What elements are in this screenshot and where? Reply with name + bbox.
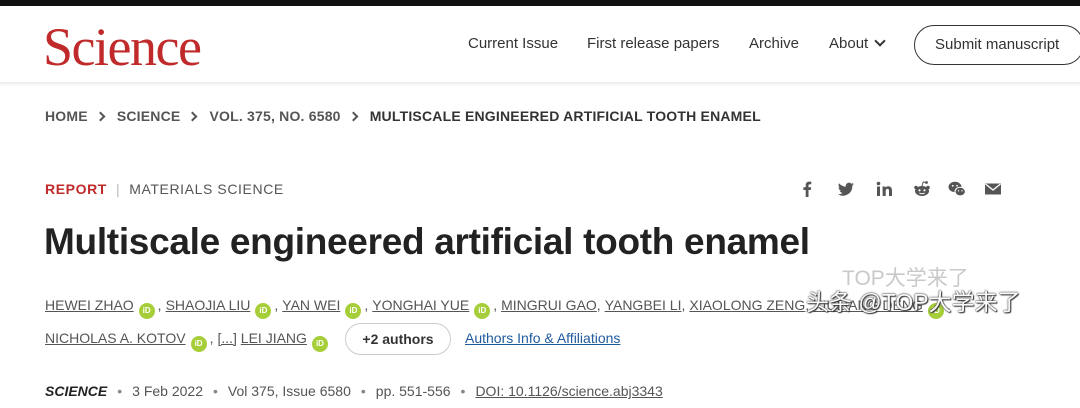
authors-info-affiliations-link[interactable]: Authors Info & Affiliations [465, 330, 620, 346]
author-link[interactable]: NICHOLAS A. KOTOV [45, 330, 186, 346]
nav-about[interactable]: About [829, 35, 886, 52]
more-authors-button[interactable]: +2 authors [345, 323, 451, 355]
orcid-icon[interactable]: iD [255, 303, 272, 319]
orcid-icon[interactable]: iD [345, 303, 362, 319]
nav-archive[interactable]: Archive [749, 35, 799, 52]
author-link[interactable]: SHAOJIA LIU [166, 297, 251, 313]
pages: pp. 551-556 [375, 383, 451, 399]
breadcrumb-science[interactable]: SCIENCE [117, 108, 181, 124]
chevron-right-icon [95, 111, 106, 122]
chevron-right-icon [188, 111, 198, 122]
chevron-down-icon [874, 35, 886, 47]
submit-manuscript-button[interactable]: Submit manuscript [914, 25, 1080, 65]
facebook-icon[interactable] [797, 179, 817, 199]
citation-meta: SCIENCE • 3 Feb 2022 • Vol 375, Issue 6580 • p… [45, 383, 663, 399]
article-subject[interactable]: MATERIALS SCIENCE [129, 181, 284, 197]
header-shadow [0, 82, 1080, 86]
divider: | [115, 181, 121, 197]
dot-separator: • [117, 383, 123, 399]
more-authors-ellipsis[interactable]: [...] [217, 330, 236, 346]
twitter-icon[interactable] [836, 179, 856, 199]
dot-separator: • [460, 383, 466, 399]
watermark-overlay: 头条 @TOP大学来了 [806, 289, 1021, 315]
nav-first-release-papers[interactable]: First release papers [587, 35, 720, 52]
breadcrumb: HOME SCIENCE VOL. 375, NO. 6580 MULTISCALE … [45, 108, 761, 124]
site-header: Science Current Issue First release pape… [0, 6, 1080, 82]
author-link[interactable]: YANGBEI LI [605, 297, 682, 313]
dot-separator: • [360, 383, 366, 399]
doi-link[interactable]: DOI: 10.1126/science.abj3343 [475, 383, 662, 399]
author-link[interactable]: XIAOLONG ZENG [689, 297, 805, 313]
breadcrumb-issue[interactable]: VOL. 375, NO. 6580 [209, 108, 340, 124]
author-link[interactable]: HEWEI ZHAO [45, 297, 134, 313]
journal-name[interactable]: SCIENCE [45, 383, 107, 399]
nav-about-label: About [829, 35, 869, 52]
breadcrumb-current: MULTISCALE ENGINEERED ARTIFICIAL TOOTH E… [369, 108, 761, 124]
chevron-right-icon [348, 111, 359, 122]
author-link[interactable]: LEI JIANG [241, 330, 307, 346]
orcid-icon[interactable]: iD [311, 336, 328, 352]
orcid-icon[interactable]: iD [138, 303, 155, 319]
author-link[interactable]: YAN WEI [282, 297, 340, 313]
science-logo[interactable]: Science [43, 20, 202, 74]
breadcrumb-home[interactable]: HOME [45, 108, 88, 124]
author-link[interactable]: MINGRUI GAO [501, 297, 597, 313]
article-type: REPORT [45, 181, 107, 197]
publication-date: 3 Feb 2022 [132, 383, 203, 399]
volume-issue: Vol 375, Issue 6580 [227, 383, 351, 399]
article-type-line: REPORT | MATERIALS SCIENCE [45, 181, 284, 197]
linkedin-icon[interactable] [874, 179, 894, 199]
email-icon[interactable] [983, 179, 1003, 199]
author-list-continued: NICHOLAS A. KOTOV iD, [...] LEI JIANG iD [45, 330, 331, 352]
author-link[interactable]: YONGHAI YUE [372, 297, 469, 313]
dot-separator: • [212, 383, 218, 399]
orcid-icon[interactable]: iD [474, 303, 491, 319]
wechat-icon[interactable] [947, 179, 967, 199]
nav-current-issue[interactable]: Current Issue [468, 35, 558, 52]
article-title: Multiscale engineered artificial tooth e… [44, 221, 810, 262]
article-header: HOME SCIENCE VOL. 375, NO. 6580 MULTISCALE … [0, 82, 1080, 408]
orcid-icon[interactable]: iD [190, 336, 207, 352]
reddit-icon[interactable] [912, 179, 932, 199]
